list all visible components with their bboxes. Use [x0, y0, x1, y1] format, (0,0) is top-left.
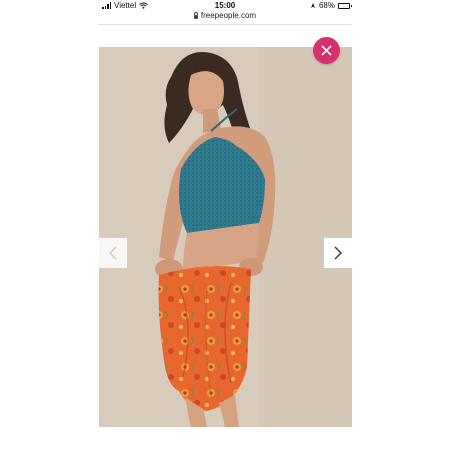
- battery-percent: 68%: [318, 1, 335, 10]
- close-icon: [321, 45, 332, 56]
- screen: Viettel 15:00 68% freepeople.com: [0, 0, 450, 450]
- status-right: 68%: [310, 1, 352, 10]
- url-text: freepeople.com: [200, 11, 257, 20]
- chevron-left-icon: [109, 246, 117, 260]
- url-bar[interactable]: freepeople.com: [0, 11, 450, 20]
- status-time: 15:00: [214, 1, 236, 10]
- chevron-right-icon: [334, 246, 342, 260]
- product-photo-art: [99, 47, 352, 427]
- divider: [98, 24, 352, 25]
- close-button[interactable]: [313, 37, 340, 64]
- lock-icon: [193, 11, 199, 19]
- battery-icon: [338, 2, 352, 9]
- next-image-button[interactable]: [324, 238, 352, 268]
- location-icon: [310, 3, 315, 8]
- prev-image-button[interactable]: [99, 238, 127, 268]
- product-photo[interactable]: [99, 47, 352, 427]
